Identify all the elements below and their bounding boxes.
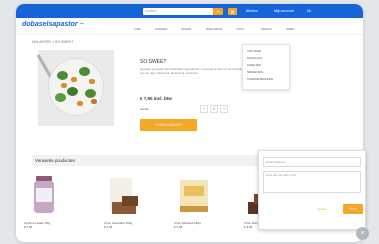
nav-divider [16,34,363,35]
search-button[interactable]: ⌕ [213,8,223,15]
breadcrumb[interactable]: HOLASTER > SO SWEET [32,40,73,44]
search-input[interactable]: Zoeken [143,8,213,15]
search-icon: ⌕ [216,9,220,14]
dropdown-item[interactable]: MATCHA'S [243,54,289,61]
product-image [36,50,114,126]
product-price: € 7,90 incl. btw [140,96,172,101]
product-price: € 3,95 [104,225,113,229]
close-icon[interactable]: × [356,227,369,240]
nav-item-zaken[interactable]: ZAKEN [181,27,191,31]
related-products-heading: Verwante producten [32,155,291,166]
account-link[interactable]: Mijn account [274,8,294,15]
add-to-cart-button[interactable]: WINKELWAGEN [140,119,197,131]
salad-plate [48,58,104,116]
related-product-card[interactable]: Choc Fillissies 150g € 3,95 [174,172,214,229]
chat-cancel-button[interactable]: Cancel [317,207,326,211]
cart-icon: ▣ [230,9,235,14]
product-price: € 2,95 [24,225,33,229]
product-thumbnail [24,172,64,220]
nav-item-wellness[interactable]: WELLNESS [206,27,222,31]
chat-send-button[interactable]: Send [343,204,363,214]
cart-button[interactable]: ▣ [228,8,237,15]
quantity-label: aantal: [140,107,150,111]
message-field[interactable]: How can we help you? [263,171,361,193]
quantity-decrease-button[interactable]: − [200,105,208,113]
nav-item-live[interactable]: LIVE [134,27,141,31]
product-title: SO SWEET [140,59,167,65]
product-price: € 3,95 [174,225,183,229]
dropdown-item[interactable]: SATURNE [243,47,289,54]
dropdown-item[interactable]: SNOEPJES [243,69,289,76]
pickup-link[interactable]: Afhalen [246,8,258,15]
site-logo[interactable]: dobaselsapastor ~ [22,21,84,28]
nav-item-vegan[interactable]: VEGAN [261,27,272,31]
quantity-increase-button[interactable]: + [220,105,228,113]
chat-widget: Email address How can we help you? Cance… [258,150,366,230]
nav-item-kansen[interactable]: KANSEN [155,27,167,31]
nav-item-soep[interactable]: SOEP [286,27,294,31]
category-dropdown: SATURNE MATCHA'S KOEKJES SNOEPJES TAARTE… [242,44,290,90]
top-bar: Zoeken ⌕ ▣ Afhalen Mijn account NL [16,4,363,18]
related-product-card[interactable]: Syrahm Lekker 50g € 2,95 [24,172,64,229]
language-link[interactable]: NL [307,8,311,15]
quantity-input[interactable]: 1 [210,105,218,113]
email-field[interactable]: Email address [263,157,361,167]
product-thumbnail [104,172,144,220]
product-thumbnail [174,172,214,220]
dropdown-item[interactable]: KOEKJES [243,61,289,68]
dropdown-item[interactable]: TAARTENBAKKEN [243,76,289,83]
nav-item-tofu[interactable]: TOFU [236,27,244,31]
related-product-card[interactable]: Choc Specialist 150g € 3,95 [104,172,144,229]
